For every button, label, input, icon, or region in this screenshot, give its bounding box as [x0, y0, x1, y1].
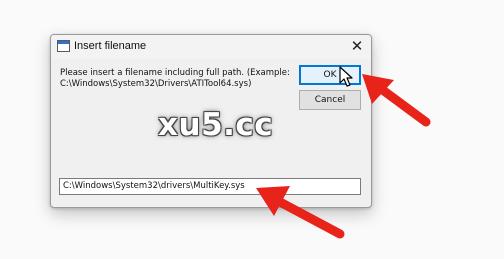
close-icon: ✕ [350, 37, 364, 55]
instruction-line-1: Please insert a filename including full … [60, 68, 290, 78]
close-button[interactable]: ✕ [347, 37, 367, 56]
dialog-title: Insert filename [74, 40, 147, 52]
instruction-line-2: C:\Windows\System32\Drivers\ATITool64.sy… [60, 79, 252, 89]
red-arrow-icon [256, 186, 345, 239]
cancel-button[interactable]: Cancel [299, 90, 361, 110]
title-bar[interactable]: Insert filename ✕ [51, 35, 371, 59]
red-arrow-icon [362, 74, 431, 127]
mouse-pointer-icon [339, 66, 353, 87]
screen: Insert filename ✕ Please insert a filena… [0, 0, 504, 259]
window-app-icon [57, 40, 70, 52]
instruction-text: Please insert a filename including full … [60, 68, 296, 90]
watermark: xu5.cc [158, 107, 274, 143]
